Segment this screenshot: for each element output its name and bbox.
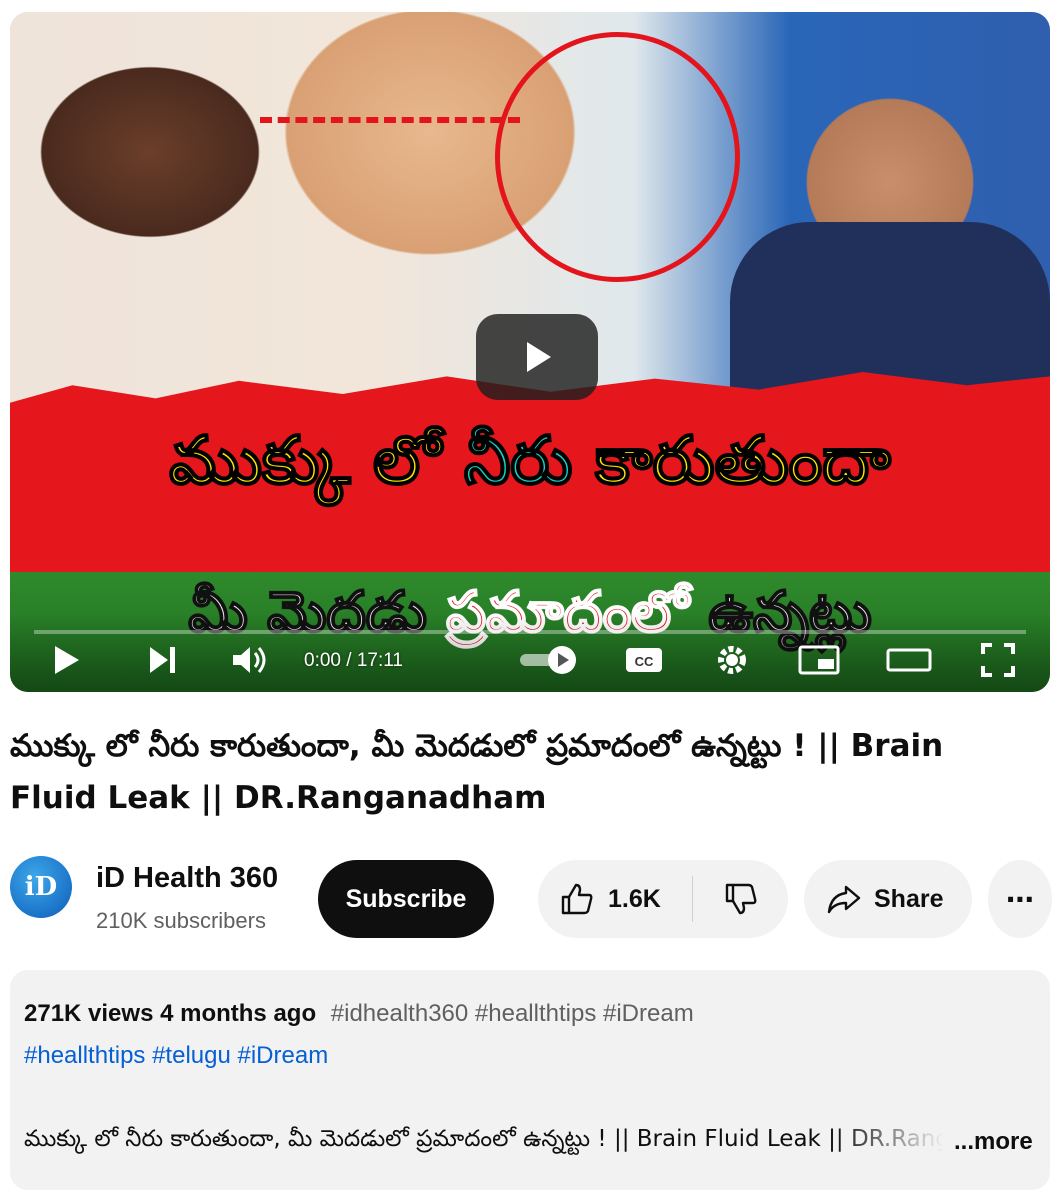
- like-button[interactable]: 1.6K: [538, 860, 692, 938]
- dislike-button[interactable]: [693, 860, 788, 938]
- svg-text:CC: CC: [635, 654, 654, 669]
- description-meta: 271K views 4 months ago #idhealth360 #he…: [24, 1000, 694, 1028]
- subscriber-count: 210K subscribers: [96, 908, 266, 933]
- hashtag-links[interactable]: #heallthtips #telugu #iDream: [24, 1042, 328, 1070]
- progress-bar[interactable]: [34, 630, 1026, 634]
- volume-icon: [233, 647, 266, 673]
- fullscreen-button[interactable]: [976, 642, 1020, 678]
- subscribe-button[interactable]: Subscribe: [318, 860, 494, 938]
- play-icon: [55, 646, 79, 674]
- video-title: ముక్కు లో నీరు కారుతుందా, మీ మెదడులో ప్ర…: [10, 728, 944, 816]
- player-controls: 0:00 / 17:11 CC: [10, 612, 1050, 692]
- upload-age: 4 months ago: [160, 1000, 317, 1027]
- more-dots-icon: ⋯: [1006, 883, 1034, 915]
- thumbnail-highlight-circle: [495, 32, 740, 282]
- large-play-button[interactable]: [476, 314, 598, 400]
- miniplayer-icon: [798, 645, 840, 675]
- video-player[interactable]: ముక్కు లో నీరు కారుతుందా మీ మెదడు ప్రమాద…: [10, 12, 1050, 692]
- channel-name[interactable]: iD Health 360: [96, 862, 278, 895]
- settings-icon: [718, 646, 746, 674]
- fullscreen-icon: [981, 643, 1015, 677]
- thumbs-up-icon: [561, 883, 593, 915]
- share-label: Share: [874, 884, 944, 913]
- inline-hashtags[interactable]: #idhealth360 #heallthtips #iDream: [331, 1000, 694, 1027]
- time-display: 0:00 / 17:11: [304, 650, 403, 671]
- like-count: 1.6K: [608, 884, 661, 913]
- more-actions-button[interactable]: ⋯: [988, 860, 1052, 938]
- view-count: 271K views: [24, 1000, 154, 1027]
- theater-mode-button[interactable]: [884, 642, 934, 678]
- captions-button[interactable]: CC: [622, 642, 666, 678]
- play-icon: [527, 342, 551, 372]
- show-more-link[interactable]: ...more: [954, 1128, 1033, 1156]
- volume-button[interactable]: [228, 642, 272, 678]
- share-arrow-icon: [827, 885, 861, 914]
- avatar-logo-text: iD: [24, 872, 58, 902]
- share-button[interactable]: Share: [804, 860, 972, 938]
- autoplay-toggle-icon: [520, 646, 576, 674]
- thumbnail-headline: ముక్కు లో నీరు కారుతుందా: [168, 421, 892, 500]
- autoplay-toggle[interactable]: [516, 642, 586, 678]
- like-dislike-group: 1.6K: [538, 860, 788, 938]
- play-button[interactable]: [46, 642, 86, 678]
- theater-icon: [886, 648, 932, 672]
- description-box[interactable]: 271K views 4 months ago #idhealth360 #he…: [10, 970, 1050, 1190]
- next-icon: [150, 647, 175, 673]
- channel-avatar[interactable]: iD: [10, 856, 72, 918]
- description-text: ముక్కు లో నీరు కారుతుందా, మీ మెదడులో ప్ర…: [24, 1126, 944, 1152]
- miniplayer-button[interactable]: [796, 642, 842, 678]
- thumbnail-dashed-pointer: [260, 117, 520, 123]
- captions-icon: CC: [626, 648, 662, 672]
- thumbs-down-icon: [725, 883, 756, 915]
- settings-button[interactable]: [710, 642, 754, 678]
- next-button[interactable]: [142, 642, 182, 678]
